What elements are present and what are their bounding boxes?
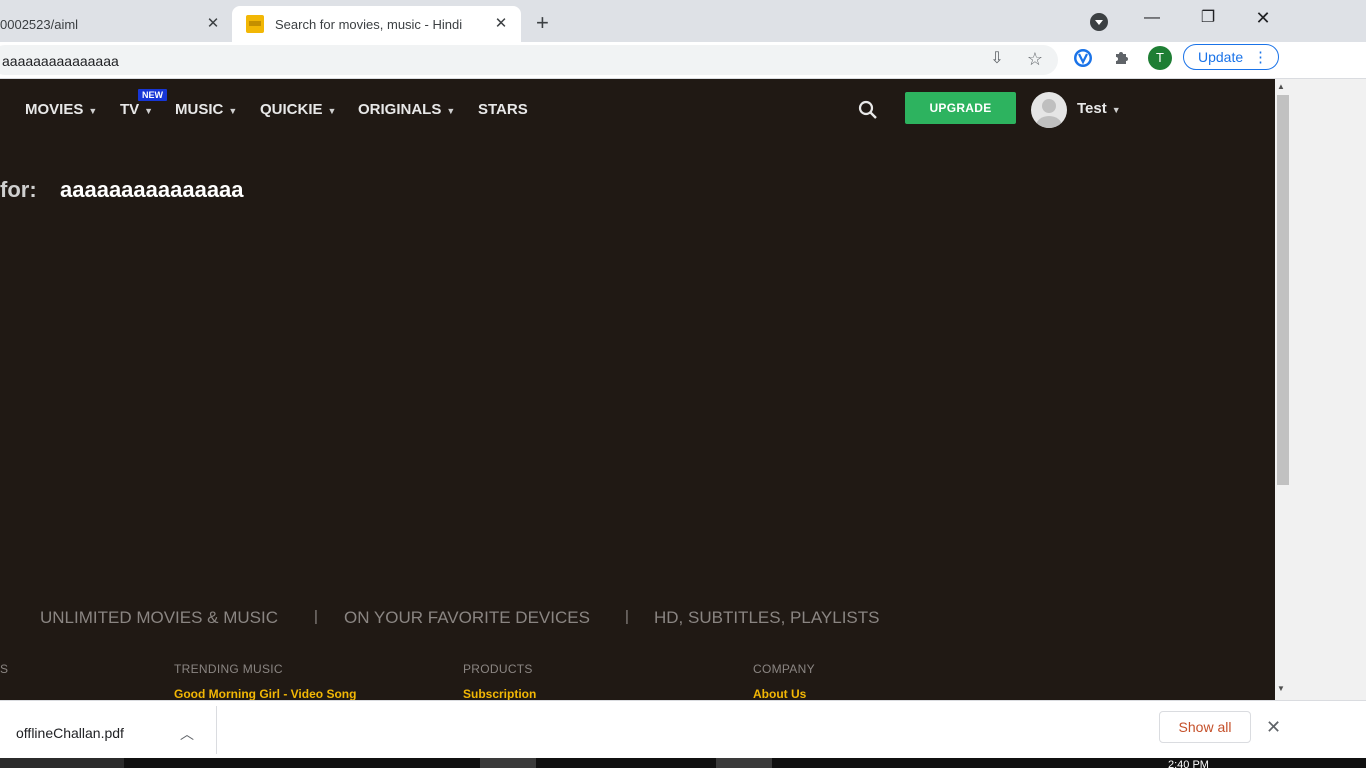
nav-originals[interactable]: ORIGINALS ▼ xyxy=(358,101,455,118)
footer-link[interactable]: Subscription xyxy=(463,687,536,700)
taskbar-search[interactable] xyxy=(0,758,124,768)
restore-icon[interactable]: ❐ xyxy=(1194,8,1222,28)
minimize-icon[interactable]: — xyxy=(1138,8,1166,28)
upgrade-button[interactable]: UPGRADE xyxy=(905,92,1016,124)
profile-avatar[interactable]: T xyxy=(1148,46,1172,70)
new-badge: NEW xyxy=(138,89,167,101)
search-query-text: aaaaaaaaaaaaaaa xyxy=(60,177,244,202)
footer-heading: PRODUCTS xyxy=(463,662,533,676)
chevron-up-icon[interactable]: ︿ xyxy=(180,724,194,744)
taskbar xyxy=(0,758,1366,768)
show-all-button[interactable]: Show all xyxy=(1159,711,1251,743)
nav-movies[interactable]: MOVIES ▼ xyxy=(25,101,97,118)
user-avatar[interactable] xyxy=(1031,92,1067,128)
footer-link[interactable]: Good Morning Girl - Video Song xyxy=(174,687,356,700)
page-gutter xyxy=(1291,79,1366,700)
search-icon[interactable] xyxy=(858,100,878,120)
tab-inactive[interactable]: 0002523/aiml ✕ xyxy=(0,6,232,42)
feature-devices: ON YOUR FAVORITE DEVICES xyxy=(344,608,590,627)
nav-label: ORIGINALS xyxy=(358,101,442,118)
chevron-down-icon: ▼ xyxy=(228,106,238,116)
footer-heading: S xyxy=(0,662,9,676)
download-item[interactable]: offlineChallan.pdf xyxy=(16,725,124,741)
bookmark-star-icon[interactable]: ☆ xyxy=(1024,48,1046,70)
scroll-down-icon[interactable]: ▼ xyxy=(1277,684,1285,693)
site-favicon-icon xyxy=(246,15,264,33)
taskbar-app[interactable] xyxy=(480,758,536,768)
update-label: Update xyxy=(1198,49,1244,65)
divider xyxy=(216,706,217,754)
address-text[interactable]: aaaaaaaaaaaaaaa xyxy=(2,53,119,69)
nav-label: MOVIES xyxy=(25,101,84,118)
close-icon[interactable]: ✕ xyxy=(205,16,221,32)
close-icon[interactable]: ✕ xyxy=(493,16,509,32)
nav-label: MUSIC xyxy=(175,101,224,118)
chevron-down-icon: ▼ xyxy=(88,106,98,116)
tab-title: 0002523/aiml xyxy=(0,16,79,32)
nav-label: TV xyxy=(120,101,140,118)
nav-tv[interactable]: TV ▼ xyxy=(120,101,153,118)
chevron-down-icon: ▼ xyxy=(144,106,154,116)
install-app-icon[interactable]: ⇩ xyxy=(986,48,1008,70)
chevron-down-icon: ▼ xyxy=(1111,105,1121,115)
feature-unlimited: UNLIMITED MOVIES & MUSIC xyxy=(40,608,279,627)
tab-active[interactable]: Search for movies, music - Hindi ✕ xyxy=(232,6,521,42)
update-button[interactable]: Update ⋮ xyxy=(1183,44,1279,70)
footer-link[interactable]: About Us xyxy=(753,687,806,700)
close-icon[interactable]: ✕ xyxy=(1266,717,1281,738)
extension-v-icon[interactable] xyxy=(1072,48,1094,70)
feature-hd: HD, SUBTITLES, PLAYLISTS xyxy=(654,608,880,627)
user-name: Test xyxy=(1077,100,1107,117)
nav-label: STARS xyxy=(478,101,528,118)
tab-title: Search for movies, music - Hindi xyxy=(275,16,463,32)
feature-separator: | xyxy=(625,608,629,625)
chevron-down-icon: ▼ xyxy=(327,106,337,116)
extensions-puzzle-icon[interactable] xyxy=(1111,48,1133,70)
nav-stars[interactable]: STARS xyxy=(478,101,528,118)
taskbar-app[interactable] xyxy=(716,758,772,768)
page-content: MOVIES ▼ NEW TV ▼ MUSIC ▼ QUICKIE ▼ ORIGINAL… xyxy=(0,79,1275,700)
footer-heading: TRENDING MUSIC xyxy=(174,662,283,676)
scroll-thumb[interactable] xyxy=(1277,95,1289,485)
new-tab-icon[interactable]: + xyxy=(536,12,549,34)
taskbar-clock: 2:40 PM xyxy=(1168,760,1209,768)
nav-quickie[interactable]: QUICKIE ▼ xyxy=(260,101,336,118)
search-results-label: for: xyxy=(0,177,37,202)
address-bar[interactable] xyxy=(0,45,1058,75)
scroll-up-icon[interactable]: ▲ xyxy=(1277,82,1285,91)
tab-search-icon[interactable] xyxy=(1090,13,1108,31)
user-menu[interactable]: Test ▼ xyxy=(1077,100,1121,117)
window-close-icon[interactable]: ✕ xyxy=(1249,8,1277,28)
footer-heading: COMPANY xyxy=(753,662,815,676)
feature-separator: | xyxy=(314,608,318,625)
nav-label: QUICKIE xyxy=(260,101,323,118)
nav-music[interactable]: MUSIC ▼ xyxy=(175,101,237,118)
chevron-down-icon: ▼ xyxy=(446,106,456,116)
more-menu-icon[interactable]: ⋮ xyxy=(1253,48,1268,66)
